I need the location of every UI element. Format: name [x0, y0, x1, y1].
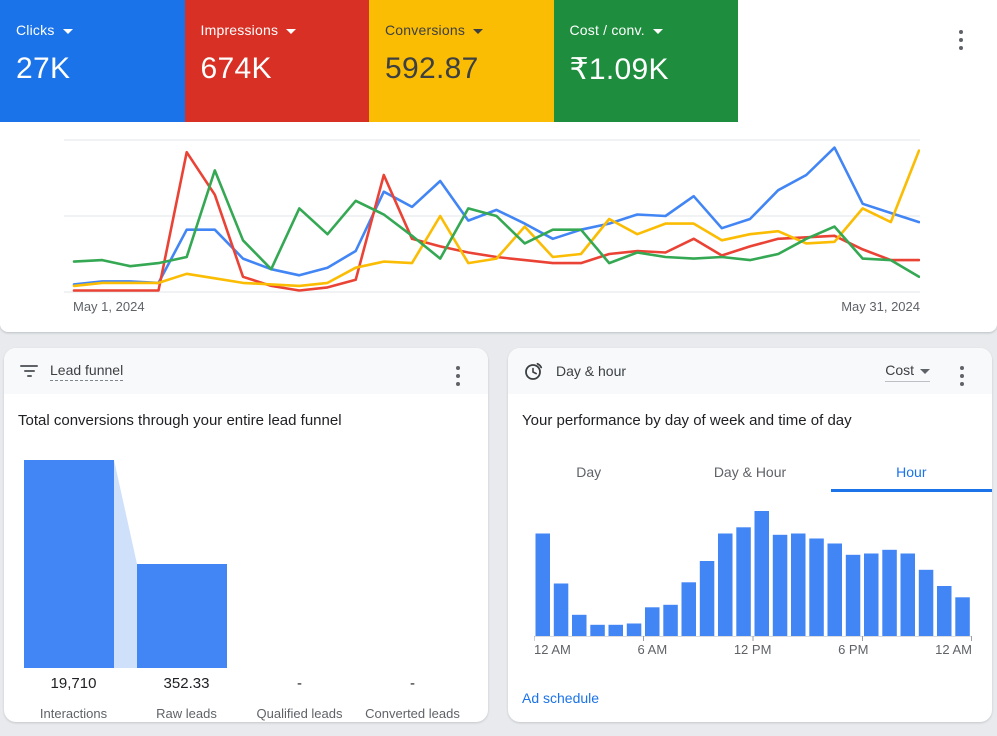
- stage-label[interactable]: Raw leads: [156, 706, 217, 722]
- trend-start-date: May 1, 2024: [73, 299, 145, 314]
- axis-tick-label: 6 AM: [638, 642, 668, 657]
- stage-label[interactable]: Qualified leads: [257, 706, 343, 722]
- axis-tick-label: 6 PM: [838, 642, 868, 657]
- day-hour-header: Day & hour Cost: [508, 348, 992, 394]
- scorecard-value: 592.87: [385, 52, 538, 86]
- day-hour-card: Day & hour Cost Your performance by day …: [508, 348, 992, 722]
- stage-value: -: [356, 675, 469, 692]
- hourly-bar-chart[interactable]: [534, 506, 972, 642]
- lead-funnel-card: Lead funnel Total conversions through yo…: [4, 348, 488, 722]
- trend-end-date: May 31, 2024: [841, 299, 920, 314]
- metric-selector-dropdown[interactable]: Cost: [885, 362, 930, 382]
- lead-funnel-subtitle: Total conversions through your entire le…: [18, 412, 342, 429]
- chevron-down-icon: [286, 29, 296, 34]
- day-hour-menu-button[interactable]: [954, 360, 970, 392]
- funnel-stage-interactions: 19,710 Interactions: [17, 675, 130, 722]
- funnel-stage-qualified-leads: - Qualified leads: [243, 675, 356, 722]
- chevron-down-icon: [920, 369, 930, 374]
- scorecard-row: Clicks 27K Impressions 674K Conversions …: [0, 0, 738, 122]
- scorecard-value: 674K: [201, 52, 354, 86]
- stage-value: -: [243, 675, 356, 692]
- tab-day[interactable]: Day: [508, 452, 669, 490]
- scorecard-impressions[interactable]: Impressions 674K: [185, 0, 370, 122]
- scorecard-clicks[interactable]: Clicks 27K: [0, 0, 185, 122]
- funnel-stage-raw-leads: 352.33 Raw leads: [130, 675, 243, 722]
- funnel-stage-row: 19,710 Interactions 352.33 Raw leads - Q…: [17, 675, 469, 722]
- chevron-down-icon: [473, 29, 483, 34]
- chevron-down-icon: [653, 29, 663, 34]
- ad-schedule-link[interactable]: Ad schedule: [522, 690, 599, 706]
- hour-axis-labels: 12 AM 6 AM 12 PM 6 PM 12 AM: [534, 642, 972, 657]
- clock-schedule-icon: [524, 361, 544, 381]
- tab-hour[interactable]: Hour: [831, 452, 992, 490]
- scorecard-label: Cost / conv.: [570, 22, 645, 38]
- stage-label[interactable]: Interactions: [40, 706, 107, 722]
- trend-line-chart[interactable]: [64, 131, 920, 295]
- lead-funnel-chart[interactable]: [24, 457, 230, 669]
- axis-tick-label: 12 AM: [534, 642, 571, 657]
- lead-funnel-header: Lead funnel: [4, 348, 488, 394]
- day-hour-title: Day & hour: [556, 363, 626, 379]
- scorecard-label: Conversions: [385, 22, 465, 38]
- funnel-icon: [20, 365, 38, 377]
- stage-value: 352.33: [130, 675, 243, 692]
- axis-tick-label: 12 AM: [935, 642, 972, 657]
- overview-menu-button[interactable]: [953, 24, 969, 56]
- chevron-down-icon: [63, 29, 73, 34]
- day-hour-subtitle: Your performance by day of week and time…: [522, 412, 852, 429]
- day-hour-tab-bar: Day Day & Hour Hour: [508, 452, 992, 490]
- stage-value: 19,710: [17, 675, 130, 692]
- axis-tick-label: 12 PM: [734, 642, 772, 657]
- lead-funnel-title[interactable]: Lead funnel: [50, 362, 123, 381]
- lead-funnel-menu-button[interactable]: [450, 360, 466, 392]
- tab-day-and-hour[interactable]: Day & Hour: [669, 452, 830, 490]
- scorecard-value: 27K: [16, 52, 169, 86]
- scorecard-value: ₹1.09K: [570, 52, 723, 87]
- scorecard-cost-per-conv[interactable]: Cost / conv. ₹1.09K: [554, 0, 739, 122]
- stage-label[interactable]: Converted leads: [365, 706, 460, 722]
- performance-overview-card: Clicks 27K Impressions 674K Conversions …: [0, 0, 997, 332]
- funnel-stage-converted-leads: - Converted leads: [356, 675, 469, 722]
- scorecard-label: Clicks: [16, 22, 55, 38]
- scorecard-label: Impressions: [201, 22, 279, 38]
- metric-selector-value: Cost: [885, 362, 914, 378]
- scorecard-conversions[interactable]: Conversions 592.87: [369, 0, 554, 122]
